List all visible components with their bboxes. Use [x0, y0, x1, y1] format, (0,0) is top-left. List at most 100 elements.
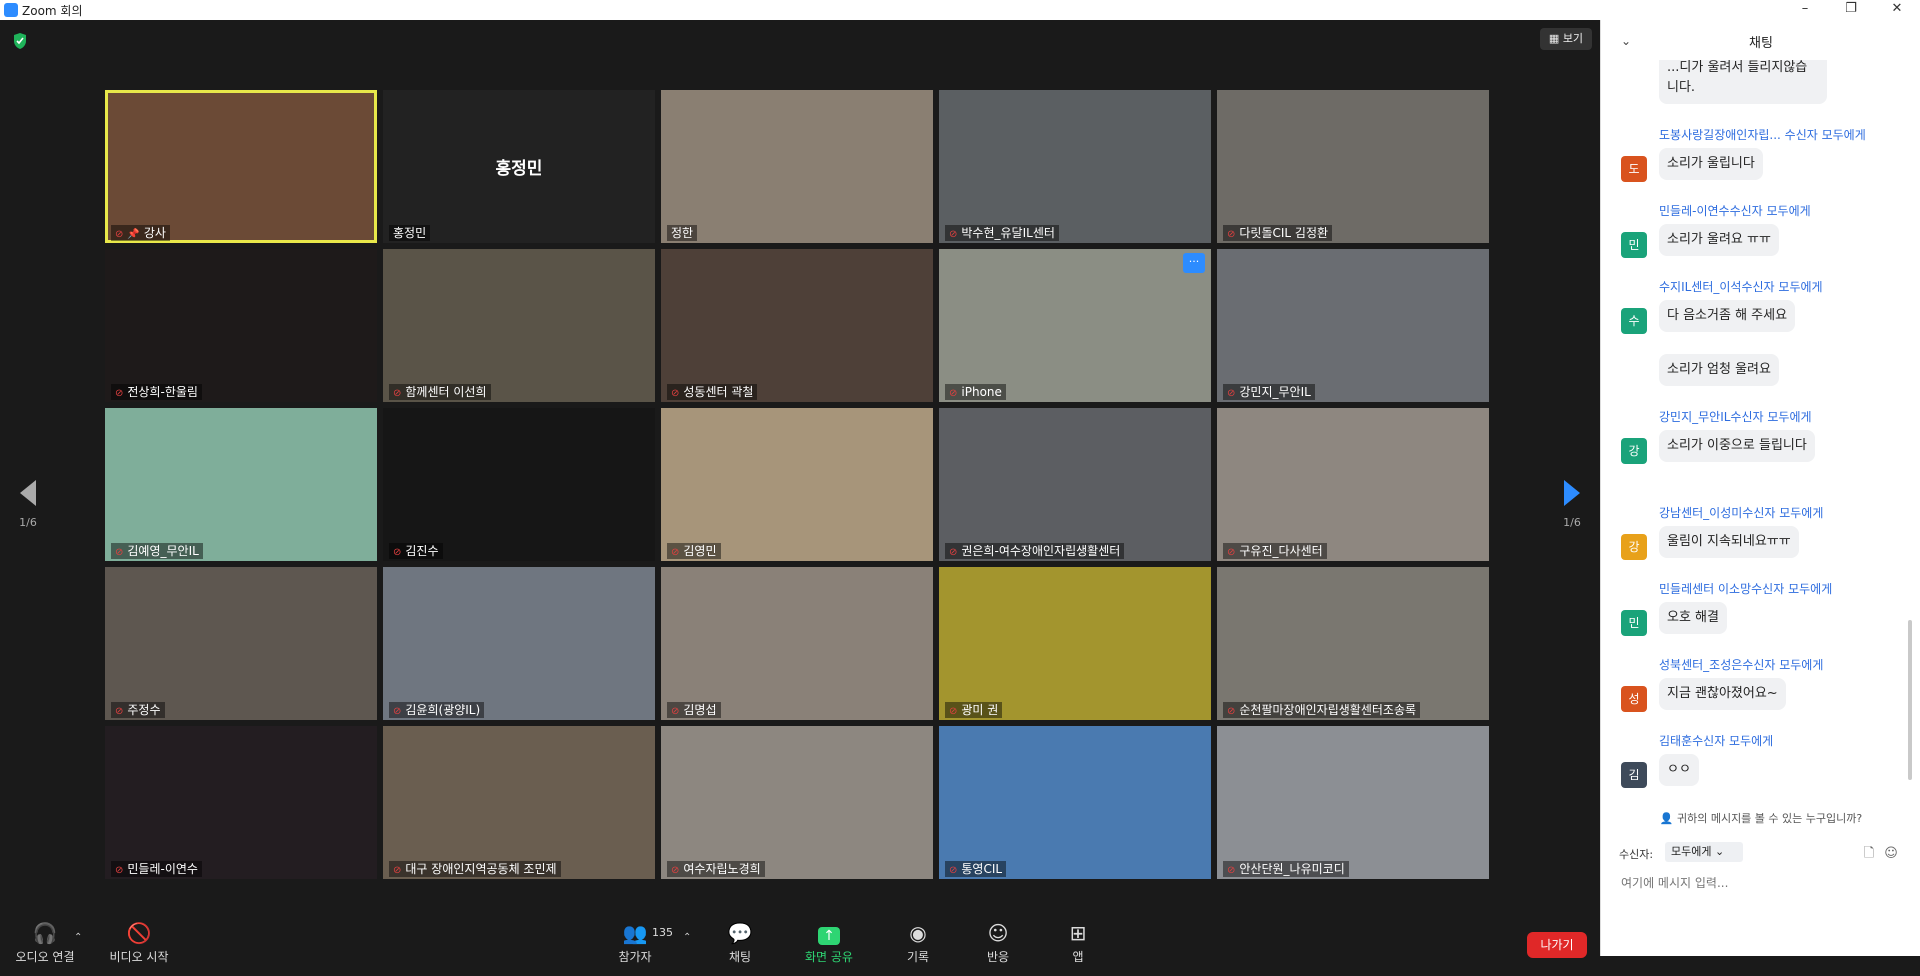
next-page-button[interactable]: 1/6: [1552, 470, 1592, 540]
participant-name-label: ⊘ 민들레-이연수: [111, 861, 202, 877]
participant-tile[interactable]: ⊘ 구유진_다사센터: [1217, 408, 1489, 561]
chat-button[interactable]: 💬 채팅: [716, 922, 764, 965]
audio-caret-icon[interactable]: ⌃: [74, 932, 82, 943]
participant-tile[interactable]: ⊘ 김영민: [661, 408, 933, 561]
chat-input[interactable]: [1619, 872, 1903, 894]
record-button[interactable]: ◉ 기록: [894, 922, 942, 965]
chat-avatar: 수: [1621, 308, 1647, 334]
participant-tile[interactable]: ⊘ 다릿돌CIL 김정환: [1217, 90, 1489, 243]
chat-bubble: 소리가 울립니다: [1659, 148, 1763, 180]
headphones-icon: 🎧: [32, 921, 58, 945]
participant-tile[interactable]: ⊘ 📌 강사: [105, 90, 377, 243]
chat-sender: 강민지_무안IL수신자 모두에게: [1659, 410, 1812, 424]
video-label: 비디오 시작: [109, 950, 169, 964]
who-can-see-link[interactable]: 👤 귀하의 메시지를 볼 수 있는 누구입니까?: [1601, 810, 1920, 826]
participant-name: 강사: [143, 226, 166, 240]
share-screen-button[interactable]: ↑ 화면 공유: [796, 922, 862, 965]
participant-tile[interactable]: ⊘ 통영CIL: [939, 726, 1211, 879]
mic-muted-icon: ⊘: [949, 229, 958, 240]
participants-count: 135: [652, 926, 673, 939]
participant-name: 권은희-여수장애인자립생활센터: [961, 544, 1121, 558]
chat-avatar: 민: [1621, 232, 1647, 258]
file-icon[interactable]: 🗋: [1861, 846, 1877, 862]
participant-name: 통영CIL: [961, 862, 1003, 876]
chat-icon: 💬: [727, 921, 753, 945]
participant-name-label: ⊘ 김영민: [667, 543, 721, 559]
participant-tile[interactable]: ⊘ 성동센터 곽철: [661, 249, 933, 402]
participant-name-label: ⊘ 김예영_무안IL: [111, 543, 203, 559]
participant-tile[interactable]: ⊘ 김명섭: [661, 567, 933, 720]
participant-name-label: ⊘ 대구 장애인지역공동체 조민제: [389, 861, 561, 877]
participant-name-label: ⊘ 다릿돌CIL 김정환: [1223, 225, 1333, 241]
participant-tile[interactable]: ⊘ 순천팔마장애인자립생활센터조송록: [1217, 567, 1489, 720]
chat-avatar: 도: [1621, 156, 1647, 182]
participant-tile[interactable]: ⊘ 김진수: [383, 408, 655, 561]
participant-tile[interactable]: ⊘ 박수현_유달IL센터: [939, 90, 1211, 243]
mic-muted-icon: ⊘: [949, 388, 958, 399]
chat-scrollbar[interactable]: [1908, 620, 1912, 780]
chat-bubble: ...디가 울려서 들리지않습니다.: [1659, 60, 1827, 104]
participant-name: 전상희-한울림: [127, 385, 198, 399]
prev-page-button[interactable]: 1/6: [8, 470, 48, 540]
recipient-select[interactable]: 모두에게 ⌄: [1665, 842, 1743, 862]
participant-tile[interactable]: ⊘ 광미 권: [939, 567, 1211, 720]
record-icon: ◉: [909, 921, 927, 945]
chat-label: 채팅: [728, 950, 752, 964]
view-label: 보기: [1562, 32, 1584, 45]
chat-sender: 수지IL센터_이석수신자 모두에게: [1659, 280, 1823, 294]
more-options-icon[interactable]: ···: [1183, 253, 1205, 273]
participant-tile[interactable]: ⊘ 함께센터 이선희: [383, 249, 655, 402]
participant-name-label: ⊘ 함께센터 이선희: [389, 384, 491, 400]
participant-tile[interactable]: 홍정민 홍정민: [383, 90, 655, 243]
participant-name-label: ⊘ 김윤희(광양IL): [389, 702, 485, 718]
participant-tile[interactable]: ⊘ 안산단원_나유미코디: [1217, 726, 1489, 879]
maximize-button[interactable]: ❐: [1828, 0, 1874, 20]
participant-tile[interactable]: ⊘ 전상희-한울림: [105, 249, 377, 402]
participant-tile[interactable]: ⊘ 김예영_무안IL: [105, 408, 377, 561]
participant-tile[interactable]: 정한: [661, 90, 933, 243]
chat-sender: 김태훈수신자 모두에게: [1659, 734, 1774, 748]
participant-tile[interactable]: ⊘ 대구 장애인지역공동체 조민제: [383, 726, 655, 879]
participant-tile[interactable]: ⊘ 주정수: [105, 567, 377, 720]
view-button[interactable]: ▦ 보기: [1540, 28, 1592, 50]
chat-avatar: 김: [1621, 762, 1647, 788]
grid-icon: ▦: [1548, 32, 1563, 45]
video-off-icon: 🚫: [126, 921, 152, 945]
chat-panel: ⌄ 채팅 ...디가 울려서 들리지않습니다. 도봉사랑길장애인자립... 수신자…: [1600, 20, 1920, 956]
participant-tile[interactable]: ⊘ 권은희-여수장애인자립생활센터: [939, 408, 1211, 561]
mic-muted-icon: ⊘: [949, 865, 958, 876]
record-label: 기록: [906, 950, 930, 964]
meeting-area: ▦ 보기 1/6 1/6 ⊘ 📌 강사 홍정민 홍정민 정한 ⊘ 박수현_유달IL센터 ⊘ 다릿돌…: [0, 20, 1600, 976]
person-icon: 👤: [1659, 812, 1677, 825]
participant-name-label: ⊘ 주정수: [111, 702, 165, 718]
participant-tile[interactable]: ⊘ 강민지_무안IL: [1217, 249, 1489, 402]
leave-button[interactable]: 나가기: [1527, 932, 1587, 958]
security-shield-icon[interactable]: [12, 32, 28, 50]
mic-muted-icon: ⊘: [1227, 388, 1236, 399]
participant-name-label: ⊘ 성동센터 곽철: [667, 384, 758, 400]
reactions-button[interactable]: ☺ 반응: [974, 922, 1022, 965]
chat-bubble: 울림이 지속되네요ㅠㅠ: [1659, 526, 1799, 558]
close-button[interactable]: ✕: [1874, 0, 1920, 20]
window-title: Zoom 회의: [22, 4, 83, 18]
mic-muted-icon: ⊘: [115, 388, 124, 399]
emoji-icon[interactable]: ☺: [1883, 846, 1899, 862]
chat-avatar: 강: [1621, 534, 1647, 560]
reactions-label: 반응: [986, 950, 1010, 964]
participant-tile[interactable]: ⊘ 민들레-이연수: [105, 726, 377, 879]
participant-name-label: ⊘ iPhone: [945, 384, 1006, 400]
participant-name: 강민지_무안IL: [1239, 385, 1311, 399]
apps-button[interactable]: ⊞ 앱: [1054, 922, 1102, 965]
participant-tile[interactable]: ⊘ 여수자립노경희: [661, 726, 933, 879]
participant-name-label: ⊘ 여수자립노경희: [667, 861, 765, 877]
participant-tile[interactable]: ··· ⊘ iPhone: [939, 249, 1211, 402]
minimize-button[interactable]: –: [1782, 0, 1828, 20]
participant-name-label: ⊘ 안산단원_나유미코디: [1223, 861, 1349, 877]
audio-button[interactable]: 🎧 오디오 연결: [10, 922, 80, 965]
recipient-value: 모두에게: [1671, 845, 1712, 858]
participant-name-label: ⊘ 전상희-한울림: [111, 384, 202, 400]
video-button[interactable]: 🚫 비디오 시작: [104, 922, 174, 965]
chat-bubble: 지금 괜찮아졌어요~: [1659, 678, 1786, 710]
participant-tile[interactable]: ⊘ 김윤희(광양IL): [383, 567, 655, 720]
participants-caret-icon[interactable]: ⌃: [683, 932, 691, 943]
